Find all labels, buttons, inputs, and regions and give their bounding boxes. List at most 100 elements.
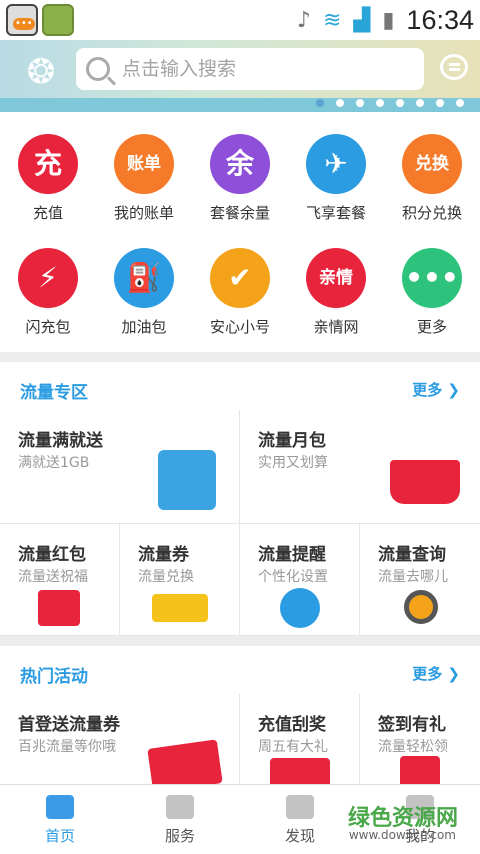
card-subtitle: 流量送祝福 <box>18 569 88 585</box>
quick-item[interactable]: 余套餐余量 <box>192 112 288 222</box>
quick-item-label: 充值 <box>32 204 63 222</box>
tab-label: 发现 <box>284 827 315 845</box>
card-title: 首登送流量券 <box>18 715 120 735</box>
services-icon <box>166 795 194 819</box>
card-title: 流量提醒 <box>258 545 326 565</box>
message-icon[interactable] <box>440 54 468 80</box>
quick-item-label: 飞享套餐 <box>305 204 366 222</box>
card-reminder[interactable]: 流量提醒 个性化设置 <box>240 524 360 636</box>
section-title: 热门活动 <box>20 667 88 687</box>
carousel-dot[interactable] <box>456 99 464 107</box>
quick-item[interactable]: ••• 更多 <box>384 226 480 336</box>
bag-icon <box>158 450 216 510</box>
scratch-card-icon <box>270 758 330 784</box>
gift-icon: 兑换 <box>402 134 462 194</box>
clock: 16:34 <box>406 4 474 35</box>
plane-icon: ✈ <box>306 134 366 194</box>
header-banner[interactable]: ❂ <box>0 40 480 112</box>
card-checkin[interactable]: 签到有礼 流量轻松领 <box>360 694 480 784</box>
more-link[interactable]: 更多 ❯ <box>412 663 460 684</box>
hot-panel: 首登送流量券 百兆流量等你哦 充值刮奖 周五有大礼 签到有礼 流量轻松领 <box>0 694 480 784</box>
carousel-dot[interactable] <box>376 99 384 107</box>
card-title: 流量红包 <box>18 545 86 565</box>
tab-services[interactable]: 服务 <box>120 785 240 854</box>
balance-icon: 余 <box>210 134 270 194</box>
quick-item[interactable]: ⛽ 加油包 <box>96 226 192 336</box>
card-first-login[interactable]: 首登送流量券 百兆流量等你哦 <box>0 694 240 784</box>
discover-icon <box>286 795 314 819</box>
quick-item-label: 我的账单 <box>113 204 174 222</box>
tab-discover[interactable]: 发现 <box>240 785 360 854</box>
card-traffic-gift[interactable]: 流量满就送 满就送1GB <box>0 410 240 524</box>
family-icon: 亲情 <box>306 248 366 308</box>
quick-item[interactable]: 充充值 <box>0 112 96 222</box>
fuel-icon: ⛽ <box>114 248 174 308</box>
quick-item[interactable]: ⚡ 闪充包 <box>0 226 96 336</box>
magnifier-icon <box>404 590 438 624</box>
carousel-dot[interactable] <box>436 99 444 107</box>
home-icon <box>46 795 74 819</box>
quick-item[interactable]: 兑换 积分兑换 <box>384 112 480 222</box>
tab-label: 首页 <box>44 827 75 845</box>
card-subtitle: 实用又划算 <box>258 455 328 471</box>
card-subtitle: 流量轻松领 <box>378 739 448 755</box>
card-query[interactable]: 流量查询 流量去哪儿 <box>360 524 480 636</box>
mute-icon: ♪ <box>296 7 311 33</box>
card-subtitle: 满就送1GB <box>18 455 90 471</box>
quick-item-label: 安心小号 <box>209 318 270 336</box>
card-traffic-monthly[interactable]: 流量月包 实用又划算 <box>240 410 480 524</box>
section-title: 流量专区 <box>20 383 88 403</box>
envelope-icon <box>38 590 80 626</box>
quick-item-label: 更多 <box>416 318 447 336</box>
notification-download-icon <box>42 4 74 36</box>
search-icon <box>86 57 110 81</box>
more-link[interactable]: 更多 ❯ <box>412 379 460 400</box>
quick-item-label: 亲情网 <box>313 318 359 336</box>
bill-icon: 账单 <box>114 134 174 194</box>
basket-icon <box>390 460 460 504</box>
checkin-icon <box>400 756 440 784</box>
card-subtitle: 流量兑换 <box>138 569 194 585</box>
quick-item-label: 加油包 <box>121 318 167 336</box>
china-mobile-logo-icon: ❂ <box>26 52 56 92</box>
signal-icon: ▟ <box>353 7 371 33</box>
search-bar[interactable] <box>76 48 424 90</box>
wifi-icon: ≋ <box>322 7 342 33</box>
alarm-clock-icon <box>280 588 320 628</box>
card-title: 签到有礼 <box>378 715 446 735</box>
carousel-dot[interactable] <box>416 99 424 107</box>
watermark-url: www.downcc.com <box>348 828 456 842</box>
flash-icon: ⚡ <box>18 248 78 308</box>
quick-item-label: 闪充包 <box>25 318 71 336</box>
quick-item[interactable]: 账单 我的账单 <box>96 112 192 222</box>
card-title: 流量查询 <box>378 545 446 565</box>
quick-item[interactable]: ✔ 安心小号 <box>192 226 288 336</box>
card-title: 流量券 <box>138 545 189 565</box>
tab-home[interactable]: 首页 <box>0 785 120 854</box>
card-title: 流量满就送 <box>18 431 103 451</box>
ticket-icon <box>152 594 208 622</box>
carousel-dot[interactable] <box>336 99 344 107</box>
quick-item-label: 积分兑换 <box>401 204 462 222</box>
traffic-panel: 流量满就送 满就送1GB 流量月包 实用又划算 流量红包 流量送祝福 流量券 流… <box>0 410 480 636</box>
notification-app-icon <box>6 4 38 36</box>
card-title: 流量月包 <box>258 431 326 451</box>
coupon-icon <box>147 739 223 784</box>
carousel-dot[interactable] <box>316 99 324 107</box>
search-input[interactable] <box>122 58 412 80</box>
card-coupon[interactable]: 流量券 流量兑换 <box>120 524 240 636</box>
card-scratch[interactable]: 充值刮奖 周五有大礼 <box>240 694 360 784</box>
battery-icon: ▮ <box>382 7 395 33</box>
card-subtitle: 百兆流量等你哦 <box>18 739 116 755</box>
more-icon: ••• <box>402 248 462 308</box>
recharge-icon: 充 <box>18 134 78 194</box>
status-bar: ♪ ≋ ▟ ▮ 16:34 <box>0 0 480 40</box>
card-title: 充值刮奖 <box>258 715 326 735</box>
card-subtitle: 周五有大礼 <box>258 739 328 755</box>
carousel-dot[interactable] <box>396 99 404 107</box>
card-red-packet[interactable]: 流量红包 流量送祝福 <box>0 524 120 636</box>
tab-label: 服务 <box>164 827 195 845</box>
carousel-dot[interactable] <box>356 99 364 107</box>
quick-item[interactable]: ✈ 飞享套餐 <box>288 112 384 222</box>
quick-item[interactable]: 亲情 亲情网 <box>288 226 384 336</box>
